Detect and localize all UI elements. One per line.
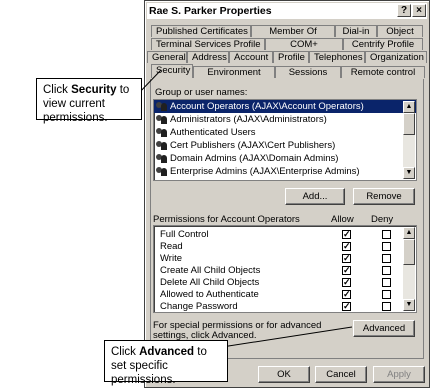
deny-checkbox[interactable] — [382, 254, 391, 263]
allow-checkbox[interactable]: ✓ — [342, 254, 351, 263]
permission-name: Change Password — [160, 301, 238, 312]
advanced-help-text: For special permissions or for advanced … — [153, 320, 322, 341]
title-bar: Rae S. Parker Properties ? × — [147, 3, 427, 19]
deny-checkbox[interactable] — [382, 278, 391, 287]
security-callout: Click Security to view current permissio… — [36, 78, 142, 124]
scroll-thumb[interactable] — [403, 113, 415, 135]
apply-button[interactable]: Apply — [373, 366, 425, 383]
advanced-button[interactable]: Advanced — [353, 320, 415, 337]
tab-dial-in[interactable]: Dial-in — [335, 25, 377, 37]
deny-checkbox[interactable] — [382, 302, 391, 311]
allow-checkbox[interactable]: ✓ — [342, 278, 351, 287]
help-button[interactable]: ? — [397, 4, 411, 17]
tab-organization[interactable]: Organization — [365, 51, 427, 63]
close-button[interactable]: × — [412, 4, 426, 17]
tab-row-4: Security Environment Sessions Remote con… — [151, 64, 425, 78]
tab-centrify-profile[interactable]: Centrify Profile — [343, 38, 423, 50]
permission-name: Create All Child Objects — [160, 265, 261, 276]
list-item[interactable]: Cert Publishers (AJAX\Cert Publishers) — [154, 139, 416, 152]
allow-checkbox[interactable]: ✓ — [342, 302, 351, 311]
window-title: Rae S. Parker Properties — [149, 5, 272, 17]
list-item[interactable]: Administrators (AJAX\Administrators) — [154, 113, 416, 126]
deny-checkbox[interactable] — [382, 230, 391, 239]
permission-name: Allowed to Authenticate — [160, 289, 259, 300]
permission-name: Read — [160, 241, 183, 252]
scroll-up-icon[interactable]: ▲ — [403, 101, 415, 113]
list-item[interactable]: Enterprise Admins (AJAX\Enterprise Admin… — [154, 165, 416, 178]
group-icon — [156, 166, 168, 177]
tab-remote-control[interactable]: Remote control — [341, 66, 425, 78]
deny-header: Deny — [371, 214, 394, 225]
tab-terminal-services-profile[interactable]: Terminal Services Profile — [151, 38, 265, 50]
tab-published-certificates[interactable]: Published Certificates — [151, 25, 251, 37]
permission-row: Allowed to Authenticate ✓ — [154, 289, 416, 301]
allow-checkbox[interactable]: ✓ — [342, 230, 351, 239]
permission-name: Full Control — [160, 229, 209, 240]
scroll-down-icon[interactable]: ▼ — [403, 299, 415, 311]
ok-button[interactable]: OK — [258, 366, 310, 383]
allow-checkbox[interactable]: ✓ — [342, 266, 351, 275]
permission-row: Delete All Child Objects ✓ — [154, 277, 416, 289]
list-item[interactable]: Domain Admins (AJAX\Domain Admins) — [154, 152, 416, 165]
tab-profile[interactable]: Profile — [273, 51, 309, 63]
group-icon — [156, 101, 168, 112]
group-icon — [156, 153, 168, 164]
remove-button[interactable]: Remove — [353, 188, 415, 205]
group-icon — [156, 114, 168, 125]
tab-com-plus[interactable]: COM+ — [265, 38, 343, 50]
permission-name: Delete All Child Objects — [160, 277, 260, 288]
tab-security[interactable]: Security — [151, 64, 193, 78]
permission-row: Read ✓ — [154, 241, 416, 253]
tab-address[interactable]: Address — [187, 51, 229, 63]
scroll-thumb[interactable] — [403, 239, 415, 265]
deny-checkbox[interactable] — [382, 290, 391, 299]
advanced-callout: Click Advanced to set specific permissio… — [104, 340, 228, 386]
allow-header: Allow — [331, 214, 354, 225]
tab-telephones[interactable]: Telephones — [309, 51, 365, 63]
scroll-up-icon[interactable]: ▲ — [403, 227, 415, 239]
tab-account[interactable]: Account — [229, 51, 273, 63]
permissions-list: Full Control ✓ Read ✓ Write ✓ Create All Child… — [153, 225, 417, 313]
scroll-down-icon[interactable]: ▼ — [403, 167, 415, 179]
add-button[interactable]: Add... — [285, 188, 345, 205]
list-item[interactable]: Account Operators (AJAX\Account Operator… — [154, 100, 416, 113]
tab-member-of[interactable]: Member Of — [251, 25, 335, 37]
groups-scrollbar[interactable]: ▲ ▼ — [403, 101, 415, 179]
properties-window: Rae S. Parker Properties ? × Published C… — [144, 0, 430, 388]
group-icon — [156, 127, 168, 138]
allow-checkbox[interactable]: ✓ — [342, 242, 351, 251]
tab-row-1: Published Certificates Member Of Dial-in… — [151, 25, 423, 37]
tab-object[interactable]: Object — [377, 25, 423, 37]
groups-listbox[interactable]: Account Operators (AJAX\Account Operator… — [153, 99, 417, 181]
permission-row: Full Control ✓ — [154, 229, 416, 241]
groups-label: Group or user names: — [155, 87, 248, 98]
tab-row-3: General Address Account Profile Telephon… — [147, 51, 427, 63]
tab-sessions[interactable]: Sessions — [275, 66, 341, 78]
permission-name: Write — [160, 253, 182, 264]
group-icon — [156, 140, 168, 151]
deny-checkbox[interactable] — [382, 266, 391, 275]
tab-general[interactable]: General — [147, 51, 187, 63]
allow-checkbox[interactable]: ✓ — [342, 290, 351, 299]
permissions-scrollbar[interactable]: ▲ ▼ — [403, 227, 415, 311]
list-item[interactable]: Authenticated Users — [154, 126, 416, 139]
permissions-label: Permissions for Account Operators — [153, 214, 300, 225]
permission-row: Create All Child Objects ✓ — [154, 265, 416, 277]
tab-environment[interactable]: Environment — [193, 66, 275, 78]
permission-row: Change Password ✓ — [154, 301, 416, 312]
deny-checkbox[interactable] — [382, 242, 391, 251]
tab-row-2: Terminal Services Profile COM+ Centrify … — [151, 38, 423, 50]
cancel-button[interactable]: Cancel — [315, 366, 367, 383]
permission-row: Write ✓ — [154, 253, 416, 265]
